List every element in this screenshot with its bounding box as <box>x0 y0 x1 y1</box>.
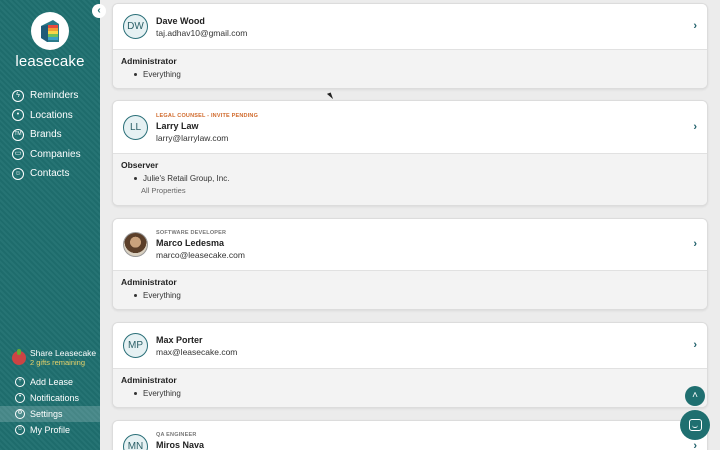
nav-label: Brands <box>30 129 62 141</box>
user-name: Larry Law <box>156 121 199 131</box>
avatar-photo <box>123 232 148 257</box>
user-card-header[interactable]: LL LEGAL COUNSEL - INVITE PENDING Larry … <box>113 101 707 153</box>
nav-item-my-profile[interactable]: ☺ My Profile <box>0 422 100 438</box>
user-card-header[interactable]: MP Max Porter max@leasecake.com › <box>113 323 707 368</box>
permission-list: Julie's Retail Group, Inc. <box>134 173 707 184</box>
chat-icon <box>688 419 702 431</box>
bell-icon: • <box>15 393 25 403</box>
chevron-up-icon[interactable]: ˄ <box>685 386 705 406</box>
chat-launcher[interactable] <box>680 410 710 440</box>
permission-list: Everything <box>134 69 707 80</box>
user-permissions: Observer Julie's Retail Group, Inc. All … <box>113 153 707 205</box>
user-email: taj.adhav10@gmail.com <box>156 28 248 38</box>
user-card-header[interactable]: SOFTWARE DEVELOPER Marco Ledesma marco@l… <box>113 219 707 270</box>
permission-list: Everything <box>134 290 707 301</box>
nav-label: Notifications <box>30 393 80 403</box>
nav-item-reminders[interactable]: ϟ Reminders <box>0 86 100 106</box>
nav-label: Reminders <box>30 90 79 102</box>
role-title: Administrator <box>121 56 177 66</box>
user-email: larry@larrylaw.com <box>156 133 229 143</box>
permission-scope: All Properties <box>141 186 186 195</box>
sidebar: leasecake ϟ Reminders • Locations TM Brands… <box>0 0 100 450</box>
nav-item-companies[interactable]: ▭ Companies <box>0 145 100 165</box>
permission-item: Everything <box>134 69 707 80</box>
user-card-header[interactable]: DW Dave Wood taj.adhav10@gmail.com › <box>113 4 707 49</box>
plus-icon: + <box>15 377 25 387</box>
contacts-icon: ☺ <box>12 167 24 180</box>
role-tag: QA ENGINEER <box>156 432 197 438</box>
gear-icon: ⚙ <box>15 409 25 419</box>
trademark-icon: TM <box>12 128 24 141</box>
user-card: LL LEGAL COUNSEL - INVITE PENDING Larry … <box>112 100 708 206</box>
user-name: Marco Ledesma <box>156 238 225 248</box>
pin-icon: • <box>12 109 24 122</box>
nav-label: Locations <box>30 109 73 121</box>
share-leasecake[interactable]: Share Leasecake 2 gifts remaining <box>0 348 100 367</box>
user-permissions: Administrator Everything <box>113 368 707 407</box>
nav-item-contacts[interactable]: ☺ Contacts <box>0 164 100 184</box>
chevron-right-icon[interactable]: › <box>693 440 697 450</box>
nav-label: My Profile <box>30 425 71 435</box>
user-email: max@leasecake.com <box>156 347 238 357</box>
nav-label: Companies <box>30 148 81 160</box>
role-title: Administrator <box>121 277 177 287</box>
nav-item-notifications[interactable]: • Notifications <box>0 390 100 406</box>
user-card: DW Dave Wood taj.adhav10@gmail.com › Adm… <box>112 3 708 89</box>
lightning-icon: ϟ <box>12 89 24 102</box>
chevron-right-icon[interactable]: › <box>693 238 697 250</box>
user-email: marco@leasecake.com <box>156 250 245 260</box>
user-card: MN QA ENGINEER Miros Nava › <box>112 420 708 450</box>
permission-item: Everything <box>134 388 707 399</box>
chevron-right-icon[interactable]: › <box>693 20 697 32</box>
user-permissions: Administrator Everything <box>113 270 707 309</box>
user-name: Miros Nava <box>156 440 205 450</box>
user-name: Max Porter <box>156 335 203 345</box>
share-title: Share Leasecake <box>30 348 97 358</box>
nav-item-locations[interactable]: • Locations <box>0 106 100 126</box>
nav-item-brands[interactable]: TM Brands <box>0 125 100 145</box>
leasecake-logo[interactable] <box>31 12 69 50</box>
user-name: Dave Wood <box>156 16 205 26</box>
nav-label: Settings <box>30 409 63 419</box>
bottom-nav: + Add Lease • Notifications ⚙ Settings ☺ My … <box>0 374 100 438</box>
briefcase-icon: ▭ <box>12 148 24 161</box>
nav-label: Add Lease <box>30 377 74 387</box>
permission-list: Everything <box>134 388 707 399</box>
nav-label: Contacts <box>30 168 70 180</box>
role-tag: LEGAL COUNSEL - INVITE PENDING <box>156 113 259 119</box>
avatar: DW <box>123 14 148 39</box>
chevron-left-icon[interactable]: ‹ <box>92 4 106 18</box>
user-icon: ☺ <box>15 425 25 435</box>
user-card: MP Max Porter max@leasecake.com › Admini… <box>112 322 708 408</box>
nav-item-add-lease[interactable]: + Add Lease <box>0 374 100 390</box>
role-tag: SOFTWARE DEVELOPER <box>156 230 227 236</box>
avatar: LL <box>123 115 148 140</box>
strawberry-icon <box>12 349 26 365</box>
user-card: SOFTWARE DEVELOPER Marco Ledesma marco@l… <box>112 218 708 310</box>
cake-logo-icon <box>41 20 59 42</box>
role-title: Observer <box>121 160 159 170</box>
share-subtitle: 2 gifts remaining <box>30 358 86 367</box>
main-nav: ϟ Reminders • Locations TM Brands ▭ Companie… <box>0 86 100 184</box>
avatar: MN <box>123 434 148 450</box>
user-card-header[interactable]: MN QA ENGINEER Miros Nava › <box>113 421 707 450</box>
brand-name: leasecake <box>15 53 85 70</box>
permission-item: Everything <box>134 290 707 301</box>
chevron-right-icon[interactable]: › <box>693 339 697 351</box>
nav-item-settings[interactable]: ⚙ Settings <box>0 406 100 422</box>
avatar: MP <box>123 333 148 358</box>
permission-item: Julie's Retail Group, Inc. <box>134 173 707 184</box>
users-list: DW Dave Wood taj.adhav10@gmail.com › Adm… <box>100 0 720 450</box>
chevron-right-icon[interactable]: › <box>693 121 697 133</box>
role-title: Administrator <box>121 375 177 385</box>
user-permissions: Administrator Everything <box>113 49 707 88</box>
